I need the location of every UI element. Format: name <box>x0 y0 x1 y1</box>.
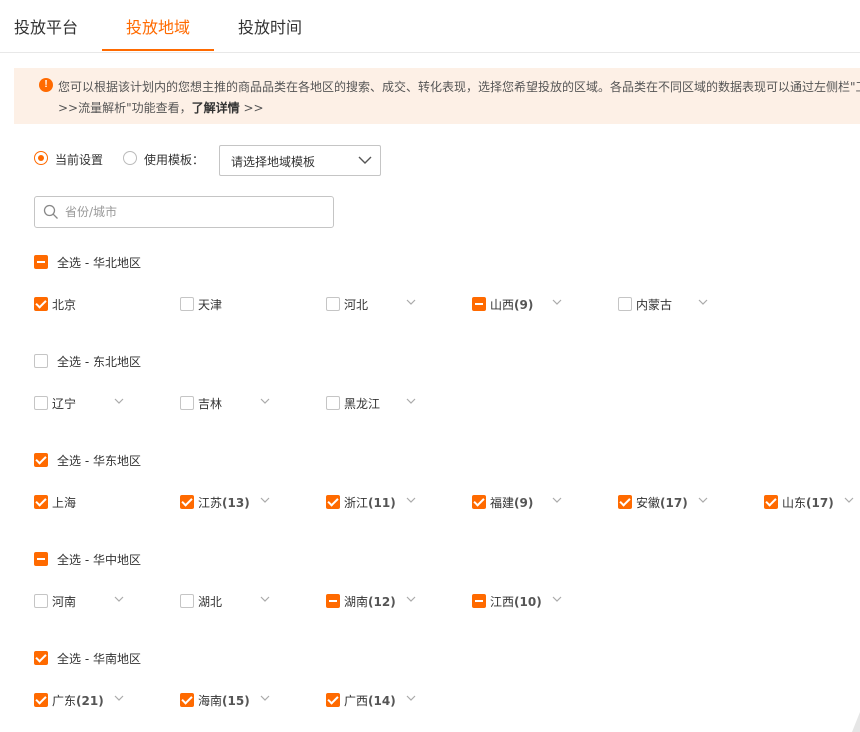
group-label-northeast: 全选 - 东北地区 <box>57 355 141 369</box>
province-label-shandong: 山东(17) <box>782 496 834 510</box>
expand-chevron-icon[interactable] <box>114 694 124 702</box>
province-label-heilongjiang: 黑龙江 <box>344 397 381 411</box>
expand-chevron-icon[interactable] <box>260 694 270 702</box>
province-checkbox-heilongjiang[interactable] <box>326 396 340 410</box>
current-setting-label: 当前设置 <box>55 153 104 167</box>
region-template-select-value: 请选择地域模板 <box>231 155 316 169</box>
province-checkbox-hainan[interactable] <box>180 693 194 707</box>
province-label-henan: 河南 <box>52 595 77 609</box>
expand-chevron-icon[interactable] <box>698 496 708 504</box>
province-label-hainan: 海南(15) <box>198 694 250 708</box>
group-label-central-china: 全选 - 华中地区 <box>57 553 141 567</box>
notice-text-prefix: >>流量解析"功能查看， <box>58 101 192 115</box>
notice-text-suffix: >> <box>239 101 264 115</box>
province-checkbox-guangxi[interactable] <box>326 693 340 707</box>
province-checkbox-jiangsu[interactable] <box>180 495 194 509</box>
select-all-east-china-checkbox[interactable] <box>34 453 48 467</box>
province-checkbox-anhui[interactable] <box>618 495 632 509</box>
expand-chevron-icon[interactable] <box>552 496 562 504</box>
province-label-jiangsu: 江苏(13) <box>198 496 250 510</box>
province-label-anhui: 安徽(17) <box>636 496 688 510</box>
province-checkbox-liaoning[interactable] <box>34 396 48 410</box>
province-label-shanghai: 上海 <box>52 496 77 510</box>
province-label-jilin: 吉林 <box>198 397 223 411</box>
notice-text-line2: >>流量解析"功能查看，了解详情 >> <box>58 99 264 116</box>
expand-chevron-icon[interactable] <box>114 595 124 603</box>
province-checkbox-shandong[interactable] <box>764 495 778 509</box>
province-checkbox-inner-mongolia[interactable] <box>618 297 632 311</box>
province-label-tianjin: 天津 <box>198 298 223 312</box>
expand-chevron-icon[interactable] <box>552 298 562 306</box>
province-label-jiangxi: 江西(10) <box>490 595 542 609</box>
province-checkbox-hebei[interactable] <box>326 297 340 311</box>
tab-bar: 投放平台 投放地域 投放时间 <box>0 0 860 53</box>
province-checkbox-fujian[interactable] <box>472 495 486 509</box>
group-label-north-china: 全选 - 华北地区 <box>57 256 141 270</box>
chevron-down-icon <box>358 156 372 164</box>
select-all-south-china-checkbox[interactable] <box>34 651 48 665</box>
region-search-input[interactable] <box>65 201 325 223</box>
province-checkbox-jiangxi[interactable] <box>472 594 486 608</box>
notice-text: 您可以根据该计划内的您想主推的商品品类在各地区的搜索、成交、转化表现，选择您希望… <box>58 80 860 94</box>
province-label-hubei: 湖北 <box>198 595 223 609</box>
search-icon <box>43 204 58 219</box>
province-checkbox-shanghai[interactable] <box>34 495 48 509</box>
expand-chevron-icon[interactable] <box>698 298 708 306</box>
province-label-liaoning: 辽宁 <box>52 397 77 411</box>
tab-time[interactable]: 投放时间 <box>238 14 302 38</box>
group-label-south-china: 全选 - 华南地区 <box>57 652 141 666</box>
province-checkbox-beijing[interactable] <box>34 297 48 311</box>
select-all-north-china-checkbox[interactable] <box>34 255 48 269</box>
group-label-east-china: 全选 - 华东地区 <box>57 454 141 468</box>
expand-chevron-icon[interactable] <box>552 595 562 603</box>
province-checkbox-henan[interactable] <box>34 594 48 608</box>
province-checkbox-jilin[interactable] <box>180 396 194 410</box>
expand-chevron-icon[interactable] <box>260 496 270 504</box>
use-template-radio[interactable] <box>123 151 137 165</box>
tab-region[interactable]: 投放地域 <box>126 14 190 38</box>
select-all-northeast-checkbox[interactable] <box>34 354 48 368</box>
province-checkbox-tianjin[interactable] <box>180 297 194 311</box>
expand-chevron-icon[interactable] <box>406 496 416 504</box>
province-checkbox-hunan[interactable] <box>326 594 340 608</box>
current-setting-radio[interactable] <box>34 151 48 165</box>
active-tab-indicator <box>102 49 214 51</box>
province-label-guangxi: 广西(14) <box>344 694 396 708</box>
province-checkbox-shanxi[interactable] <box>472 297 486 311</box>
info-icon: ! <box>39 78 53 92</box>
province-label-hunan: 湖南(12) <box>344 595 396 609</box>
expand-chevron-icon[interactable] <box>260 595 270 603</box>
expand-chevron-icon[interactable] <box>406 298 416 306</box>
expand-chevron-icon[interactable] <box>406 694 416 702</box>
province-label-guangdong: 广东(21) <box>52 694 104 708</box>
province-label-fujian: 福建(9) <box>490 496 534 510</box>
province-checkbox-guangdong[interactable] <box>34 693 48 707</box>
select-all-central-china-checkbox[interactable] <box>34 552 48 566</box>
province-checkbox-hubei[interactable] <box>180 594 194 608</box>
info-notice: ! 您可以根据该计划内的您想主推的商品品类在各地区的搜索、成交、转化表现，选择您… <box>14 68 860 124</box>
learn-more-link[interactable]: 了解详情 <box>192 101 240 115</box>
province-label-hebei: 河北 <box>344 298 369 312</box>
expand-chevron-icon[interactable] <box>406 397 416 405</box>
tab-platform[interactable]: 投放平台 <box>14 14 78 38</box>
province-label-beijing: 北京 <box>52 298 77 312</box>
province-label-zhejiang: 浙江(11) <box>344 496 396 510</box>
province-checkbox-zhejiang[interactable] <box>326 495 340 509</box>
expand-chevron-icon[interactable] <box>406 595 416 603</box>
province-label-shanxi: 山西(9) <box>490 298 534 312</box>
use-template-label: 使用模板： <box>144 153 205 167</box>
expand-chevron-icon[interactable] <box>260 397 270 405</box>
region-search-box <box>34 196 334 228</box>
expand-chevron-icon[interactable] <box>114 397 124 405</box>
province-label-inner-mongolia: 内蒙古 <box>636 298 673 312</box>
region-template-select[interactable]: 请选择地域模板 <box>219 145 381 176</box>
resize-corner-icon <box>852 712 860 732</box>
expand-chevron-icon[interactable] <box>844 496 854 504</box>
